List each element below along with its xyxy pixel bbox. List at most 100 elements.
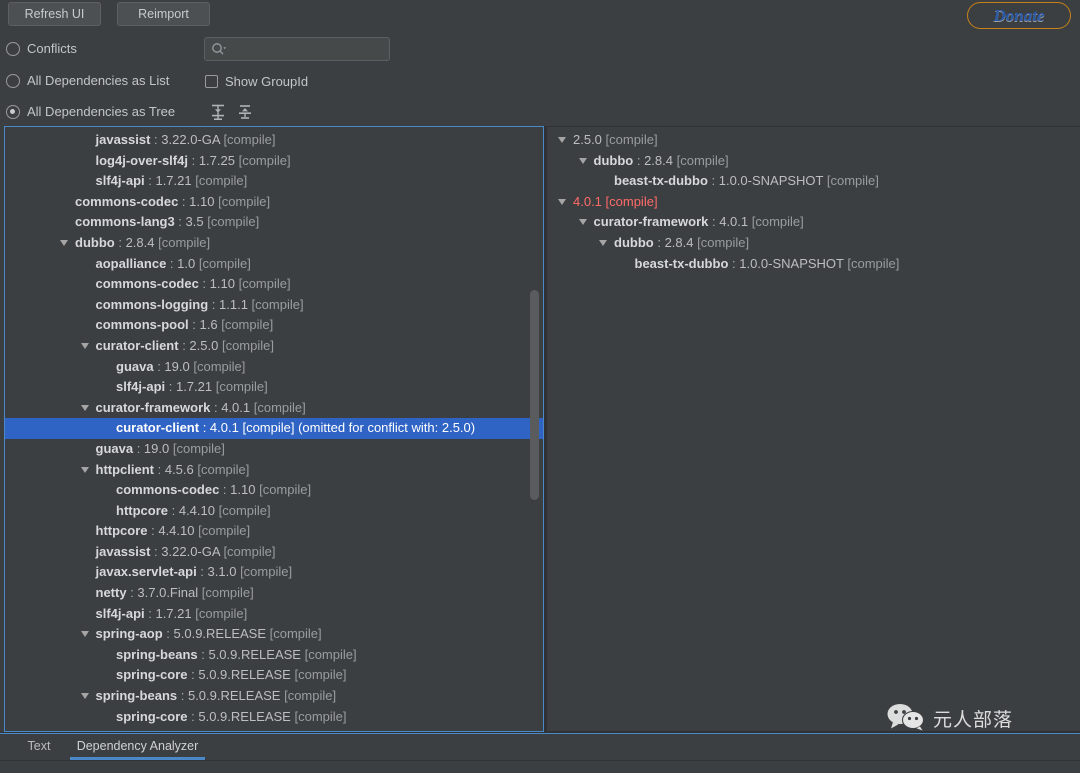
dependency-panes: javassist : 3.22.0-GA [compile] log4j-ove… [0, 126, 1080, 732]
tree-node[interactable]: spring-core : 5.0.9.RELEASE [compile] [5, 707, 543, 728]
tree-node-label: curator-framework : 4.0.1 [compile] [95, 399, 306, 415]
tree-node[interactable]: beast-tx-dubbo : 1.0.0-SNAPSHOT [compile… [547, 171, 1080, 192]
dependency-tree[interactable]: javassist : 3.22.0-GA [compile] log4j-ove… [5, 130, 543, 727]
tree-node[interactable]: dubbo : 2.8.4 [compile] [547, 233, 1080, 254]
tree-node[interactable]: spring-beans : 5.0.9.RELEASE [compile] [5, 645, 543, 666]
tree-node-label: spring-core : 5.0.9.RELEASE [compile] [116, 667, 347, 683]
tree-node[interactable]: commons-codec : 1.10 [compile] [5, 480, 543, 501]
tree-node-label: beast-tx-dubbo : 1.0.0-SNAPSHOT [compile… [634, 255, 900, 271]
tree-node-label: netty : 3.7.0.Final [compile] [95, 585, 254, 601]
tree-node[interactable]: slf4j-api : 1.7.21 [compile] [5, 604, 543, 625]
chevron-down-icon[interactable] [558, 137, 567, 144]
chevron-down-icon[interactable] [80, 693, 90, 700]
bottom-tab-bar: Text Dependency Analyzer [0, 732, 1080, 761]
tree-node-label: aopalliance : 1.0 [compile] [95, 255, 251, 271]
tree-node[interactable]: curator-framework : 4.0.1 [compile] [5, 398, 543, 419]
tree-node[interactable]: httpcore : 4.4.10 [compile] [5, 521, 543, 542]
tree-node-label: dubbo : 2.8.4 [compile] [614, 234, 750, 250]
tree-node-label: log4j-over-slf4j : 1.7.25 [compile] [95, 152, 291, 168]
tree-node[interactable]: javax.servlet-api : 3.1.0 [compile] [5, 562, 543, 583]
radio-conflicts-label: Conflicts [27, 41, 77, 56]
tab-text[interactable]: Text [19, 733, 59, 760]
reimport-button[interactable]: Reimport [117, 2, 210, 26]
tree-node[interactable]: javassist : 3.22.0-GA [compile] [5, 542, 543, 563]
tree-node[interactable]: commons-codec : 1.10 [compile] [5, 274, 543, 295]
tree-node-label: spring-core : 5.0.9.RELEASE [compile] [116, 708, 347, 724]
tree-node[interactable]: guava : 19.0 [compile] [5, 357, 543, 378]
chevron-down-icon[interactable] [558, 198, 567, 206]
refresh-ui-button[interactable]: Refresh UI [8, 2, 101, 26]
tree-node[interactable]: slf4j-api : 1.7.21 [compile] [5, 377, 543, 398]
checkbox-show-groupid[interactable]: Show GroupId [205, 74, 308, 89]
radio-tree-indicator [6, 104, 20, 119]
tree-node[interactable]: curator-framework : 4.0.1 [compile] [547, 212, 1080, 233]
tree-node[interactable]: netty : 3.7.0.Final [compile] [5, 583, 543, 604]
expand-all-icon[interactable] [209, 103, 227, 121]
chevron-down-icon[interactable] [80, 404, 90, 412]
tree-node-label: slf4j-api : 1.7.21 [compile] [116, 379, 268, 395]
tree-node-label: javax.servlet-api : 3.1.0 [compile] [95, 564, 293, 580]
dependency-tree-panel[interactable]: javassist : 3.22.0-GA [compile] log4j-ove… [4, 126, 544, 732]
bottom-strip [0, 760, 1080, 773]
tree-node[interactable]: commons-codec : 1.10 [compile] [5, 192, 543, 213]
radio-list-indicator [6, 73, 20, 88]
tree-node-label: commons-lang3 : 3.5 [compile] [75, 214, 260, 230]
tree-node-label: httpcore : 4.4.10 [compile] [95, 523, 251, 539]
wechat-icon [886, 703, 928, 734]
chevron-down-icon[interactable] [80, 631, 90, 638]
tree-node[interactable]: 4.0.1 [compile] [547, 192, 1080, 213]
tree-node-label: curator-client : 4.0.1 [compile] (omitte… [116, 420, 476, 436]
tree-node[interactable]: dubbo : 2.8.4 [compile] [5, 233, 543, 254]
conflict-detail-panel[interactable]: 2.5.0 [compile] dubbo : 2.8.4 [compile] be… [546, 126, 1080, 732]
tab-dependency-analyzer[interactable]: Dependency Analyzer [70, 733, 205, 760]
tree-node[interactable]: commons-pool : 1.6 [compile] [5, 315, 543, 336]
tree-node-label: guava : 19.0 [compile] [116, 358, 246, 374]
tree-node-label: commons-codec : 1.10 [compile] [116, 482, 312, 498]
tree-node-label: javassist : 3.22.0-GA [compile] [95, 543, 276, 559]
tree-node-label: curator-framework : 4.0.1 [compile] [593, 214, 804, 230]
search-input[interactable] [229, 39, 388, 61]
donate-button[interactable]: Donate [967, 2, 1071, 29]
tree-node[interactable]: curator-client : 4.0.1 [compile] (omitte… [5, 418, 543, 439]
tree-node[interactable]: httpclient : 4.5.6 [compile] [5, 460, 543, 481]
tree-node[interactable]: spring-aop : 5.0.9.RELEASE [compile] [5, 624, 543, 645]
tree-node[interactable]: spring-core : 5.0.9.RELEASE [compile] [5, 665, 543, 686]
chevron-down-icon[interactable] [578, 219, 588, 226]
tree-node-label: slf4j-api : 1.7.21 [compile] [95, 173, 248, 189]
watermark: 元人部落 [886, 703, 1013, 734]
tree-node[interactable]: commons-logging : 1.1.1 [compile] [5, 295, 543, 316]
collapse-all-icon[interactable] [236, 103, 254, 121]
show-groupid-label: Show GroupId [225, 74, 309, 89]
tree-node-label: curator-client : 2.5.0 [compile] [95, 337, 274, 353]
tree-node[interactable]: spring-beans : 5.0.9.RELEASE [compile] [5, 686, 543, 707]
tree-node[interactable]: commons-lang3 : 3.5 [compile] [5, 212, 543, 233]
radio-all-dependencies-as-list[interactable]: All Dependencies as List [6, 73, 169, 88]
search-field[interactable] [204, 37, 390, 61]
tree-node[interactable]: 2.5.0 [compile] [547, 130, 1080, 151]
chevron-down-icon[interactable] [80, 342, 90, 350]
tree-node-label: commons-codec : 1.10 [compile] [75, 193, 271, 209]
donate-label: Donate [993, 6, 1045, 25]
tree-node-label: dubbo : 2.8.4 [compile] [593, 152, 729, 168]
tree-node[interactable]: guava : 19.0 [compile] [5, 439, 543, 460]
radio-all-dependencies-as-tree[interactable]: All Dependencies as Tree [6, 104, 175, 119]
conflict-tree[interactable]: 2.5.0 [compile] dubbo : 2.8.4 [compile] be… [547, 130, 1080, 274]
tree-node[interactable]: curator-client : 2.5.0 [compile] [5, 336, 543, 357]
radio-conflicts[interactable]: Conflicts [6, 41, 77, 56]
tree-node-label: spring-beans : 5.0.9.RELEASE [compile] [116, 646, 357, 662]
tree-node[interactable]: aopalliance : 1.0 [compile] [5, 254, 543, 275]
chevron-down-icon[interactable] [80, 466, 90, 474]
watermark-text: 元人部落 [933, 709, 1014, 731]
chevron-down-icon[interactable] [578, 157, 588, 165]
tree-node-label: commons-logging : 1.1.1 [compile] [95, 296, 304, 312]
tree-node[interactable]: httpcore : 4.4.10 [compile] [5, 501, 543, 522]
chevron-down-icon[interactable] [599, 239, 608, 247]
tree-node[interactable]: dubbo : 2.8.4 [compile] [547, 151, 1080, 172]
tree-node[interactable]: log4j-over-slf4j : 1.7.25 [compile] [5, 151, 543, 172]
tree-node[interactable]: javassist : 3.22.0-GA [compile] [5, 130, 543, 151]
left-scrollbar-thumb[interactable] [530, 290, 539, 500]
tree-node-label: httpclient : 4.5.6 [compile] [95, 461, 250, 477]
tree-node[interactable]: slf4j-api : 1.7.21 [compile] [5, 171, 543, 192]
chevron-down-icon[interactable] [60, 239, 69, 247]
tree-node[interactable]: beast-tx-dubbo : 1.0.0-SNAPSHOT [compile… [547, 254, 1080, 275]
